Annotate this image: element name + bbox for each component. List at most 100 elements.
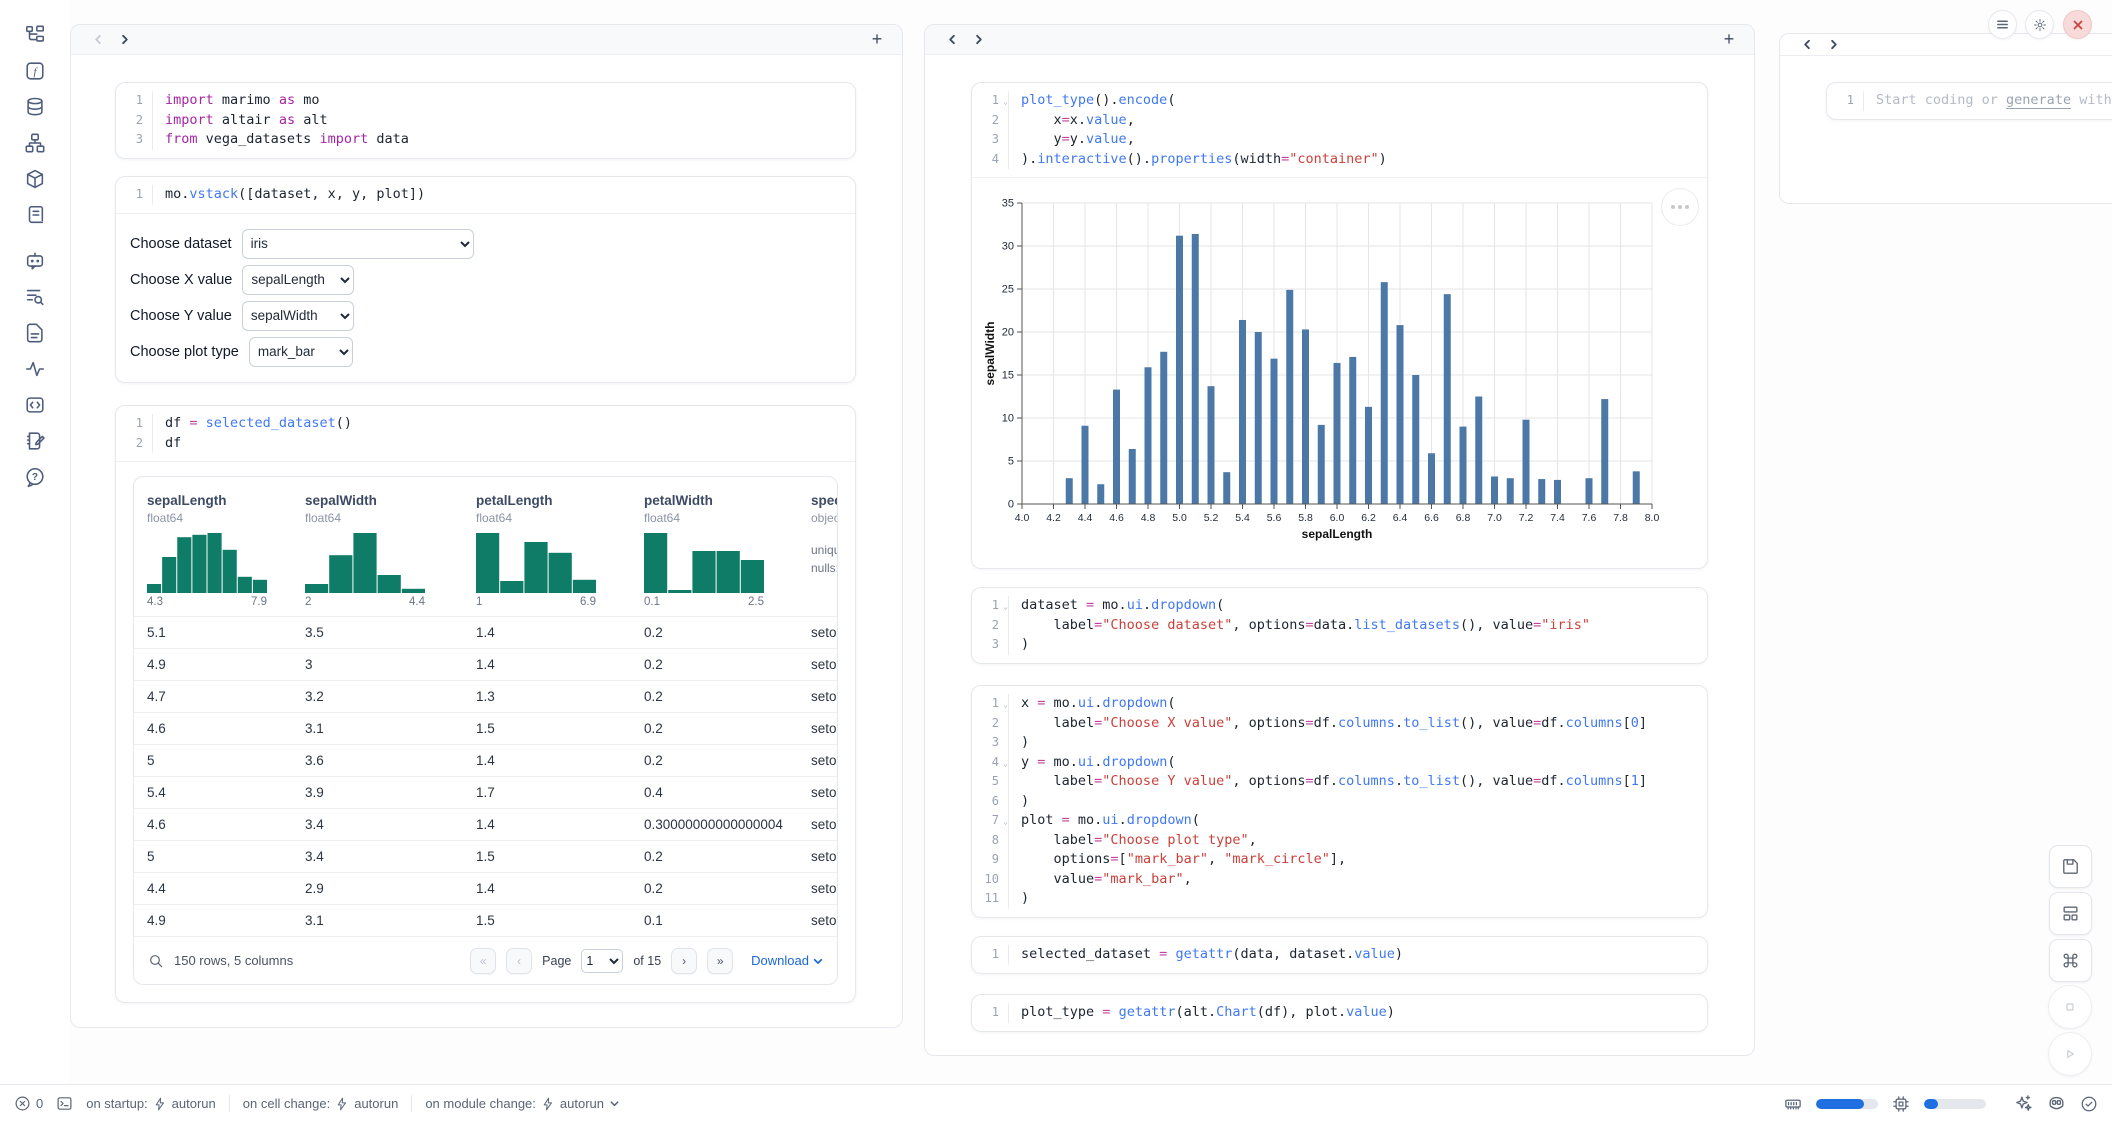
workflow-icon[interactable]: [22, 130, 48, 156]
svg-text:7.2: 7.2: [1519, 512, 1534, 524]
line-number: 1⌄: [972, 91, 1008, 111]
chat-bot-icon[interactable]: [22, 248, 48, 274]
column-prev-button[interactable]: [1794, 34, 1820, 56]
column-header[interactable]: sepalLengthfloat644.37.9: [147, 493, 305, 608]
plot-type-select[interactable]: mark_bar: [249, 337, 353, 367]
add-column-button[interactable]: +: [1718, 29, 1740, 50]
dataset-select[interactable]: iris: [242, 229, 474, 259]
code-editor[interactable]: 1⌄dataset = mo.ui.dropdown(2 label="Choo…: [972, 588, 1707, 663]
column-header[interactable]: petalLengthfloat6416.9: [476, 493, 644, 608]
search-icon[interactable]: [148, 953, 164, 969]
svg-text:7.6: 7.6: [1582, 512, 1597, 524]
errors-indicator[interactable]: 0: [14, 1095, 43, 1112]
code-editor[interactable]: 1import marimo as mo2import altair as al…: [116, 83, 855, 158]
column-middle-header: +: [925, 25, 1754, 55]
column-header[interactable]: sepalWidthfloat6424.4: [305, 493, 476, 608]
code-editor[interactable]: 1mo.vstack([dataset, x, y, plot]): [116, 177, 855, 213]
x-value-select[interactable]: sepalLength: [242, 265, 354, 295]
code-editor[interactable]: 1selected_dataset = getattr(data, datase…: [972, 937, 1707, 973]
line-number: 1: [116, 91, 152, 111]
package-icon[interactable]: [22, 166, 48, 192]
download-label: Download: [751, 953, 809, 968]
chart-actions-button[interactable]: [1661, 188, 1699, 226]
ram-usage-bar[interactable]: [1816, 1099, 1878, 1109]
layout-button[interactable]: [2049, 892, 2092, 935]
terminal-toggle[interactable]: [56, 1095, 73, 1112]
file-tree-icon[interactable]: [22, 22, 48, 48]
code-editor[interactable]: 1df = selected_dataset()2df: [116, 406, 855, 461]
ai-sparkles-icon[interactable]: [2014, 1094, 2033, 1113]
svg-text:5.2: 5.2: [1204, 512, 1219, 524]
scroll-icon[interactable]: [22, 202, 48, 228]
bar-chart[interactable]: 051015202530354.04.24.44.64.85.05.25.45.…: [980, 186, 1700, 561]
gear-icon: [2033, 18, 2047, 32]
column-prev-button[interactable]: [85, 29, 111, 51]
dropdown-label: Choose Y value: [130, 308, 232, 324]
cpu-usage-bar[interactable]: [1924, 1099, 1986, 1109]
on-startup-setting[interactable]: on startup: autorun: [86, 1096, 216, 1111]
close-button[interactable]: [2063, 10, 2092, 39]
code-editor[interactable]: 1⌄x = mo.ui.dropdown(2 label="Choose X v…: [972, 686, 1707, 917]
scratchpad-icon[interactable]: [22, 428, 48, 454]
on-cell-change-setting[interactable]: on cell change: autorun: [243, 1096, 399, 1111]
notebook-cell-vstack: 1mo.vstack([dataset, x, y, plot]) Choose…: [115, 176, 856, 383]
notebook-cell-dataset-dropdown: 1⌄dataset = mo.ui.dropdown(2 label="Choo…: [971, 587, 1708, 664]
line-number: 1⌄: [972, 596, 1008, 616]
save-button[interactable]: [2049, 845, 2092, 888]
column-left: + 1import marimo as mo2import altair as …: [70, 24, 903, 1028]
code-editor[interactable]: 1 Start coding or generate with: [1827, 83, 2112, 119]
keyboard-shortcuts-button[interactable]: [2049, 939, 2092, 982]
download-button[interactable]: Download: [751, 953, 823, 968]
activity-icon[interactable]: [22, 356, 48, 382]
check-circle-icon[interactable]: [2080, 1095, 2098, 1113]
text-search-icon[interactable]: [22, 284, 48, 310]
column-next-button[interactable]: [965, 29, 991, 51]
dropdown-row-x: Choose X value sepalLength: [130, 265, 855, 295]
line-number: 3: [972, 733, 1008, 753]
function-square-icon[interactable]: f: [22, 58, 48, 84]
page-select[interactable]: 1: [581, 949, 623, 973]
column-header[interactable]: petalWidthfloat640.12.5: [644, 493, 811, 608]
generate-link[interactable]: generate: [2006, 92, 2071, 109]
on-module-change-setting[interactable]: on module change: autorun: [425, 1096, 620, 1111]
column-histogram: [476, 533, 596, 593]
setting-value: autorun: [354, 1096, 398, 1111]
setting-label: on startup:: [86, 1096, 147, 1111]
ram-icon: [1784, 1095, 1802, 1113]
svg-text:35: 35: [1002, 198, 1014, 210]
svg-text:4.8: 4.8: [1141, 512, 1156, 524]
run-button[interactable]: [2048, 1032, 2092, 1076]
y-value-select[interactable]: sepalWidth: [242, 301, 354, 331]
table-row: 5.13.51.40.2setosa: [134, 616, 837, 648]
column-prev-button[interactable]: [939, 29, 965, 51]
snippets-icon[interactable]: [22, 392, 48, 418]
table-row: 4.63.41.40.30000000000000004setosa: [134, 808, 837, 840]
database-icon[interactable]: [22, 94, 48, 120]
column-next-button[interactable]: [111, 29, 137, 51]
stop-button[interactable]: [2048, 985, 2092, 1029]
column-next-button[interactable]: [1820, 34, 1846, 56]
code-editor[interactable]: 1plot_type = getattr(alt.Chart(df), plot…: [972, 995, 1707, 1031]
prev-page-button[interactable]: ‹: [506, 948, 532, 974]
line-number: 1: [116, 185, 152, 205]
svg-text:25: 25: [1002, 284, 1014, 296]
cpu-icon: [1892, 1095, 1910, 1113]
next-page-button[interactable]: ›: [671, 948, 697, 974]
help-icon[interactable]: ?: [22, 464, 48, 490]
svg-text:f: f: [33, 66, 38, 78]
column-left-header: +: [71, 25, 902, 55]
copilot-icon[interactable]: [2047, 1094, 2066, 1113]
first-page-button[interactable]: «: [470, 948, 496, 974]
settings-button[interactable]: [2025, 10, 2054, 39]
line-number: 3: [116, 130, 152, 150]
table-row: 4.93.11.50.1setosa: [134, 904, 837, 936]
code-editor[interactable]: 1⌄plot_type().encode(2 x=x.value,3 y=y.v…: [972, 83, 1707, 177]
svg-text:7.0: 7.0: [1487, 512, 1502, 524]
last-page-button[interactable]: »: [707, 948, 733, 974]
file-document-icon[interactable]: [22, 320, 48, 346]
table-footer: 150 rows, 5 columns « ‹ Page 1 of 15 › »…: [134, 936, 837, 984]
menu-button[interactable]: [1988, 10, 2017, 39]
add-column-button[interactable]: +: [866, 29, 888, 50]
dropdown-label: Choose X value: [130, 272, 232, 288]
column-header[interactable]: speciesobjectunique:nulls:: [811, 493, 837, 608]
